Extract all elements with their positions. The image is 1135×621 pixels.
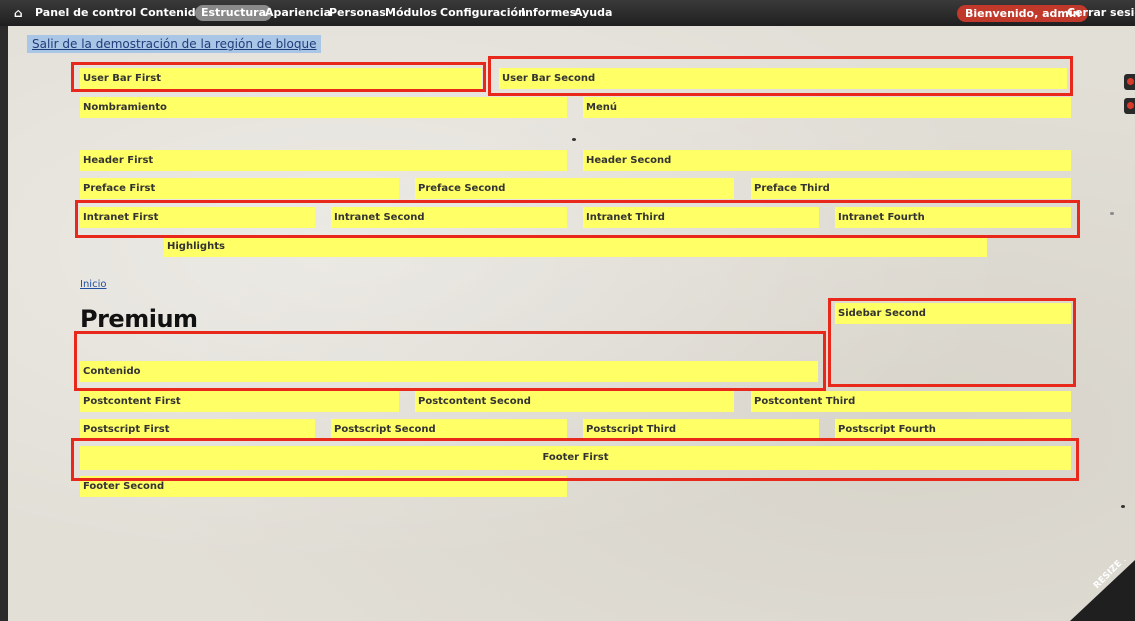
left-frame-edge — [0, 26, 8, 621]
region-postcontent-third: Postcontent Third — [751, 391, 1071, 412]
admin-toolbar: ⌂ Panel de control Contenido Estructura … — [0, 0, 1135, 26]
stray-dot — [1121, 505, 1125, 508]
region-nombramiento: Nombramiento — [80, 97, 567, 118]
page-title: Premium — [80, 305, 198, 333]
highlight-sidebar-second — [828, 298, 1076, 387]
highlight-user-bar-first — [71, 62, 486, 92]
toolbar-item-contenido[interactable]: Contenido — [140, 0, 203, 26]
region-postscript-second: Postscript Second — [331, 419, 567, 440]
region-preface-first: Preface First — [80, 178, 399, 199]
toolbar-item-informes[interactable]: Informes — [521, 0, 576, 26]
region-postcontent-first: Postcontent First — [80, 391, 399, 412]
highlight-user-bar-second — [488, 56, 1073, 96]
toolbar-item-estructura[interactable]: Estructura — [195, 5, 273, 21]
resize-corner-shape — [1070, 560, 1135, 621]
region-highlights: Highlights — [164, 236, 987, 257]
toolbar-item-configuracion[interactable]: Configuración — [440, 0, 526, 26]
highlight-intranet-row — [75, 200, 1080, 238]
toolbar-item-modulos[interactable]: Módulos — [385, 0, 437, 26]
toolbar-item-apariencia[interactable]: Apariencia — [265, 0, 331, 26]
region-postscript-first: Postscript First — [80, 419, 315, 440]
region-postscript-third: Postscript Third — [583, 419, 819, 440]
highlight-contenido — [74, 331, 826, 391]
highlight-footer-first — [71, 438, 1079, 481]
home-icon[interactable]: ⌂ — [14, 0, 23, 26]
toolbar-item-panel-de-control[interactable]: Panel de control — [35, 0, 136, 26]
side-tab-2[interactable] — [1124, 98, 1135, 114]
region-preface-second: Preface Second — [415, 178, 734, 199]
resize-handle[interactable]: RESIZE ME — [1070, 560, 1135, 621]
region-menu: Menú — [583, 97, 1071, 118]
breadcrumb-home-link[interactable]: Inicio — [80, 279, 106, 290]
region-preface-third: Preface Third — [751, 178, 1071, 199]
circle-icon — [1127, 102, 1134, 109]
region-header-second: Header Second — [583, 150, 1071, 171]
region-postscript-fourth: Postscript Fourth — [835, 419, 1071, 440]
stray-dot — [1110, 212, 1114, 215]
side-tab-1[interactable] — [1124, 74, 1135, 90]
circle-icon — [1127, 78, 1134, 85]
region-postcontent-second: Postcontent Second — [415, 391, 734, 412]
exit-demo-link[interactable]: Salir de la demostración de la región de… — [27, 35, 322, 53]
toolbar-item-ayuda[interactable]: Ayuda — [574, 0, 612, 26]
stray-dot — [572, 138, 576, 141]
region-header-first: Header First — [80, 150, 567, 171]
logout-link[interactable]: Cerrar sesión — [1067, 0, 1135, 26]
toolbar-item-personas[interactable]: Personas — [329, 0, 386, 26]
